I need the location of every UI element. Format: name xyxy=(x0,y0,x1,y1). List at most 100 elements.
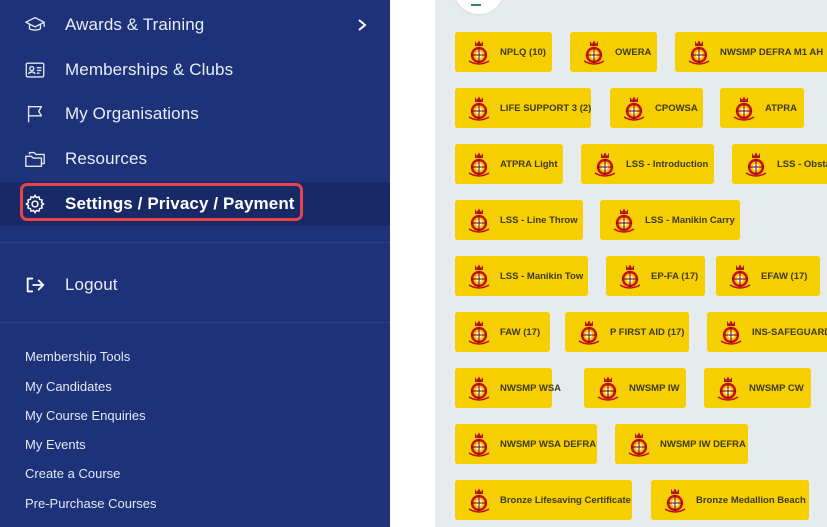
link-pre-purchase-courses[interactable]: Pre-Purchase Courses xyxy=(25,496,157,511)
circle-mark-icon xyxy=(471,0,481,6)
award-badge-label: LSS - Introduction xyxy=(626,158,709,170)
lifesaving-crest-icon xyxy=(664,488,686,513)
award-badge-faw-17[interactable]: FAW (17) xyxy=(455,312,550,352)
award-badge-label: OWERA xyxy=(615,46,652,58)
link-my-course-enquiries[interactable]: My Course Enquiries xyxy=(25,408,146,423)
divider xyxy=(0,242,390,243)
award-badge-label: NWSMP WSA DEFRA xyxy=(500,438,597,450)
award-badge-owera[interactable]: OWERA xyxy=(570,32,657,72)
awards-panel: NPLQ (10) OWERA NWSMP DEFRA M1 AH LIFE SUPP… xyxy=(435,0,827,527)
award-badge-label: LIFE SUPPORT 3 (2) xyxy=(500,102,592,114)
sidebar-item-label: Resources xyxy=(65,149,148,168)
award-badge-label: LSS - Line Throw xyxy=(500,214,578,226)
logout-button[interactable]: Logout xyxy=(0,263,390,307)
award-badge-label: NPLQ (10) xyxy=(500,46,546,58)
award-badge-cpowsa[interactable]: CPOWSA xyxy=(610,88,703,128)
award-badge-label: EFAW (17) xyxy=(761,270,808,282)
award-badge-nwsmp-defra-m1-ah[interactable]: NWSMP DEFRA M1 AH xyxy=(675,32,827,72)
divider xyxy=(0,322,390,323)
highlight-box xyxy=(20,183,303,221)
lifesaving-crest-icon xyxy=(720,320,742,345)
award-badge-lss-introduction[interactable]: LSS - Introduction xyxy=(581,144,714,184)
graduation-cap-icon xyxy=(24,14,46,36)
award-badge-label: ATPRA xyxy=(765,102,798,114)
award-badge-label: Bronze Lifesaving Certificate xyxy=(500,494,631,506)
sidebar-item-resources[interactable]: Resources xyxy=(0,137,390,181)
chevron-right-icon xyxy=(358,19,367,31)
award-badge-nplq-10[interactable]: NPLQ (10) xyxy=(455,32,552,72)
lifesaving-crest-icon xyxy=(717,376,739,401)
page-gap xyxy=(390,0,435,527)
award-badge-p-first-aid-17[interactable]: P FIRST AID (17) xyxy=(565,312,689,352)
award-badge-label: FAW (17) xyxy=(500,326,541,338)
award-badge-label: NWSMP IW xyxy=(629,382,680,394)
award-badge-nwsmp-iw[interactable]: NWSMP IW xyxy=(584,368,686,408)
award-badge-atpra-light[interactable]: ATPRA Light xyxy=(455,144,563,184)
link-my-events[interactable]: My Events xyxy=(25,437,86,452)
lifesaving-crest-icon xyxy=(468,208,490,233)
lifesaving-crest-icon xyxy=(733,96,755,121)
award-badge-label: CPOWSA xyxy=(655,102,698,114)
award-badge-lss-line-throw[interactable]: LSS - Line Throw xyxy=(455,200,583,240)
lifesaving-crest-icon xyxy=(578,320,600,345)
sidebar: Awards & Training Memberships & Clubs My… xyxy=(0,0,390,527)
lifesaving-crest-icon xyxy=(468,152,490,177)
award-badge-nwsmp-iw-defra[interactable]: NWSMP IW DEFRA xyxy=(615,424,748,464)
award-badge-label: EP-FA (17) xyxy=(651,270,699,282)
award-badge-nwsmp-wsa[interactable]: NWSMP WSA xyxy=(455,368,561,408)
award-badge-lss-manikin-tow[interactable]: LSS - Manikin Tow xyxy=(455,256,588,296)
award-badge-label: Bronze Medallion Beach xyxy=(696,494,806,506)
lifesaving-crest-icon xyxy=(468,320,490,345)
award-badge-nwsmp-wsa-defra[interactable]: NWSMP WSA DEFRA xyxy=(455,424,597,464)
link-my-candidates[interactable]: My Candidates xyxy=(25,379,112,394)
sidebar-item-memberships-clubs[interactable]: Memberships & Clubs xyxy=(0,48,390,92)
logout-label: Logout xyxy=(65,275,118,294)
lifesaving-crest-icon xyxy=(613,208,635,233)
award-badge-label: NWSMP CW xyxy=(749,382,804,394)
award-badge-label: LSS - Manikin Tow xyxy=(500,270,584,282)
award-badge-label: LSS - Obstac xyxy=(777,158,827,170)
award-badge-label: NWSMP IW DEFRA xyxy=(660,438,746,450)
award-badge-label: NWSMP DEFRA M1 AH xyxy=(720,46,824,58)
lifesaving-crest-icon xyxy=(468,264,490,289)
award-badge-label: P FIRST AID (17) xyxy=(610,326,685,338)
lifesaving-crest-icon xyxy=(688,40,710,65)
award-badge-bronze-medallion-beach[interactable]: Bronze Medallion Beach xyxy=(651,480,809,520)
sidebar-item-my-organisations[interactable]: My Organisations xyxy=(0,92,390,136)
award-badge-ins-safeguard23[interactable]: INS-SAFEGUARD23 xyxy=(707,312,827,352)
lifesaving-crest-icon xyxy=(619,264,641,289)
sidebar-item-label: My Organisations xyxy=(65,104,199,123)
award-badge-label: LSS - Manikin Carry xyxy=(645,214,735,226)
award-badge-ep-fa-17[interactable]: EP-FA (17) xyxy=(606,256,705,296)
award-badge-label: ATPRA Light xyxy=(500,158,558,170)
lifesaving-crest-icon xyxy=(729,264,751,289)
lifesaving-crest-icon xyxy=(468,488,490,513)
award-badge-lss-manikin-carry[interactable]: LSS - Manikin Carry xyxy=(600,200,740,240)
lifesaving-crest-icon xyxy=(468,96,490,121)
award-badge-lss-obstac[interactable]: LSS - Obstac xyxy=(732,144,827,184)
sidebar-item-label: Awards & Training xyxy=(65,15,205,34)
lifesaving-crest-icon xyxy=(597,376,619,401)
sidebar-item-awards-training[interactable]: Awards & Training xyxy=(0,3,390,47)
lifesaving-crest-icon xyxy=(468,376,490,401)
lifesaving-crest-icon xyxy=(594,152,616,177)
award-badge-efaw-17[interactable]: EFAW (17) xyxy=(716,256,820,296)
logout-icon xyxy=(24,274,46,296)
id-card-icon xyxy=(24,59,46,81)
award-badge-bronze-lifesaving-certificate[interactable]: Bronze Lifesaving Certificate xyxy=(455,480,632,520)
lifesaving-crest-icon xyxy=(745,152,767,177)
link-membership-tools[interactable]: Membership Tools xyxy=(25,349,130,364)
award-badge-life-support-3-2[interactable]: LIFE SUPPORT 3 (2) xyxy=(455,88,591,128)
link-create-a-course[interactable]: Create a Course xyxy=(25,466,120,481)
award-badge-nwsmp-cw[interactable]: NWSMP CW xyxy=(704,368,811,408)
sidebar-item-label: Memberships & Clubs xyxy=(65,60,234,79)
folders-icon xyxy=(24,148,46,170)
award-badge-atpra[interactable]: ATPRA xyxy=(720,88,804,128)
award-badge-label: INS-SAFEGUARD23 xyxy=(752,326,827,338)
lifesaving-crest-icon xyxy=(623,96,645,121)
lifesaving-crest-icon xyxy=(468,40,490,65)
award-badge-label: NWSMP WSA xyxy=(500,382,562,394)
lifesaving-crest-icon xyxy=(628,432,650,457)
lifesaving-crest-icon xyxy=(468,432,490,457)
lifesaving-crest-icon xyxy=(583,40,605,65)
